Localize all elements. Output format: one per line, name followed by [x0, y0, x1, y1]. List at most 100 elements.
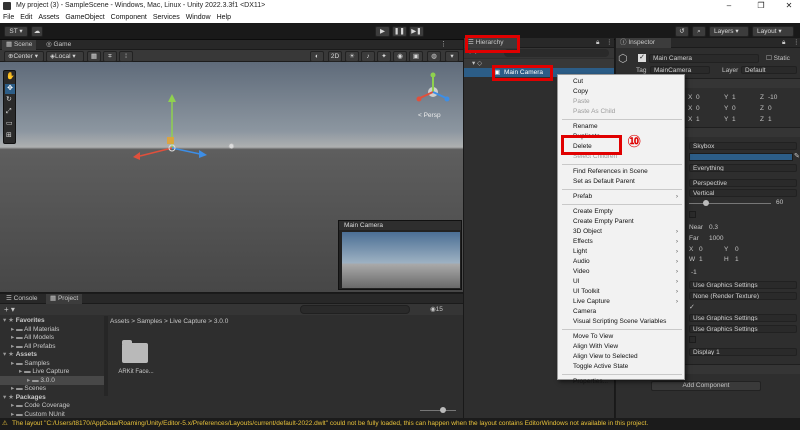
search-icon[interactable]: ⌕ — [692, 26, 706, 37]
pause-button[interactable]: ❚❚ — [392, 26, 407, 37]
menu-window[interactable]: Window — [183, 12, 214, 23]
context-menu-item-rename[interactable]: Rename — [558, 122, 684, 132]
rotation-y-value[interactable]: 0 — [732, 105, 736, 112]
menu-gameobject[interactable]: GameObject — [62, 12, 107, 23]
context-menu-item-camera[interactable]: Camera — [558, 307, 684, 317]
msaa-dropdown[interactable]: Use Graphics Settings — [689, 325, 797, 333]
breadcrumb[interactable]: Assets > Samples > Live Capture > 3.0.0 — [110, 316, 463, 327]
tag-dropdown[interactable]: MainCamera — [650, 66, 710, 74]
project-search-input[interactable] — [300, 305, 410, 314]
viewport-w-value[interactable]: 1 — [699, 256, 703, 263]
move-gizmo[interactable] — [125, 92, 215, 192]
visibility-count[interactable]: ◉15 — [430, 305, 443, 314]
viewport-x-value[interactable]: 0 — [699, 246, 703, 253]
depth-value[interactable]: -1 — [691, 269, 697, 276]
rect-tool-icon[interactable]: ▭ — [6, 120, 14, 128]
play-button[interactable]: ▶ — [375, 26, 390, 37]
asset-folder-arkit[interactable]: ARKit Face... — [118, 339, 154, 379]
context-menu-item-3d-object[interactable]: 3D Object › — [558, 227, 684, 237]
context-menu-item-audio[interactable]: Audio › — [558, 257, 684, 267]
object-name-field[interactable]: Main Camera — [649, 54, 759, 63]
target-texture-field[interactable]: None (Render Texture) — [689, 292, 797, 300]
scale-z-value[interactable]: 1 — [768, 116, 772, 123]
context-menu-item-find-references-in-scene[interactable]: Find References in Scene — [558, 167, 684, 177]
eyedropper-icon[interactable]: ✎ — [794, 152, 800, 160]
account-button[interactable]: ST ▾ — [4, 26, 28, 37]
history-icon[interactable]: ↺ — [675, 26, 689, 37]
fov-axis-dropdown[interactable]: Vertical — [689, 189, 797, 197]
culling-mask-dropdown[interactable]: Everything — [689, 164, 797, 172]
panel-menu-icon[interactable]: ⋮ — [440, 40, 447, 50]
context-menu-item-create-empty-parent[interactable]: Create Empty Parent — [558, 217, 684, 227]
menu-file[interactable]: File — [0, 12, 17, 23]
position-y-value[interactable]: 1 — [732, 94, 736, 101]
position-z-value[interactable]: -10 — [768, 94, 777, 101]
scene-options-icon[interactable]: ▾ — [445, 51, 459, 62]
context-menu-item-prefab[interactable]: Prefab › — [558, 192, 684, 202]
background-color-swatch[interactable] — [689, 153, 793, 161]
dynamic-resolution-checkbox[interactable] — [689, 336, 696, 343]
inspector-lock-icon[interactable]: 🔒︎ — [782, 38, 785, 48]
position-x-value[interactable]: 0 — [696, 94, 700, 101]
context-menu-item-light[interactable]: Light › — [558, 247, 684, 257]
context-menu-item-create-empty[interactable]: Create Empty — [558, 207, 684, 217]
scale-x-value[interactable]: 1 — [696, 116, 700, 123]
static-toggle[interactable]: ☐ Static — [766, 54, 790, 63]
scale-y-value[interactable]: 1 — [732, 116, 736, 123]
move-tool-icon[interactable]: ✥ — [5, 84, 15, 94]
minimize-button[interactable]: – — [718, 0, 740, 12]
scene-camera-icon[interactable]: ▣ — [409, 51, 423, 62]
lighting-icon[interactable]: ☀ — [345, 51, 359, 62]
menu-component[interactable]: Component — [108, 12, 150, 23]
gizmos-icon[interactable]: ◍ — [427, 51, 441, 62]
context-menu-item-toggle-active-state[interactable]: Toggle Active State — [558, 362, 684, 372]
add-asset-button[interactable]: + ▾ — [4, 305, 15, 314]
tree-scrollbar[interactable] — [104, 316, 108, 396]
hidden-objects-icon[interactable]: ◉ — [393, 51, 407, 62]
layers-dropdown[interactable]: Layers ▾ — [709, 26, 749, 37]
rotate-tool-icon[interactable]: ↻ — [6, 96, 14, 104]
near-value[interactable]: 0.3 — [709, 224, 718, 231]
hand-tool-icon[interactable]: ✋ — [6, 73, 15, 81]
tab-console[interactable]: ☰ Console — [2, 294, 42, 304]
increment-snap-icon[interactable]: ⁞ — [119, 51, 133, 62]
maximize-button[interactable]: ❐ — [750, 0, 772, 12]
menu-assets[interactable]: Assets — [35, 12, 62, 23]
viewport-y-value[interactable]: 0 — [735, 246, 739, 253]
space-dropdown[interactable]: ◈Local ▾ — [46, 51, 84, 62]
mode-2d-button[interactable]: 2D — [328, 51, 342, 62]
context-menu-item-video[interactable]: Video › — [558, 267, 684, 277]
rotation-x-value[interactable]: 0 — [696, 105, 700, 112]
tab-project[interactable]: ▦ Project — [46, 294, 83, 304]
context-menu-item-properties[interactable]: Properties... — [558, 377, 684, 387]
layout-dropdown[interactable]: Layout ▾ — [752, 26, 794, 37]
context-menu-item-cut[interactable]: Cut — [558, 77, 684, 87]
light-gizmo-icon[interactable]: ✹ — [228, 142, 237, 151]
layer-dropdown[interactable]: Default — [741, 66, 797, 74]
transform-tool-icon[interactable]: ⊞ — [6, 132, 14, 140]
occlusion-culling-checkbox[interactable]: ✓ — [689, 303, 695, 311]
clear-flags-dropdown[interactable]: Skybox — [689, 142, 797, 150]
snap-icon[interactable]: ⌗ — [103, 51, 117, 62]
fov-value[interactable]: 60 — [776, 199, 783, 206]
context-menu-item-ui[interactable]: UI › — [558, 277, 684, 287]
cloud-icon[interactable]: ☁ — [31, 26, 43, 37]
status-bar[interactable]: ⚠ The layout "C:/Users/t8170/AppData/Roa… — [0, 418, 800, 430]
context-menu-item-copy[interactable]: Copy — [558, 87, 684, 97]
grid-toggle-icon[interactable]: ▦ — [87, 51, 101, 62]
menu-services[interactable]: Services — [150, 12, 183, 23]
tab-inspector[interactable]: ⓘ Inspector — [616, 38, 671, 48]
close-button[interactable]: ✕ — [778, 0, 800, 12]
scale-tool-icon[interactable]: ⤢ — [6, 108, 14, 116]
far-value[interactable]: 1000 — [709, 235, 723, 242]
viewport-h-value[interactable]: 1 — [735, 256, 739, 263]
pivot-dropdown[interactable]: ⊕Center ▾ — [4, 51, 44, 62]
fov-slider-handle[interactable] — [703, 200, 709, 206]
context-menu-item-visual-scripting-scene-variables[interactable]: Visual Scripting Scene Variables — [558, 317, 684, 327]
audio-icon[interactable]: ♪ — [361, 51, 375, 62]
context-menu-item-move-to-view[interactable]: Move To View — [558, 332, 684, 342]
tab-scene[interactable]: ▦ Scene — [2, 40, 37, 50]
context-menu-item-ui-toolkit[interactable]: UI Toolkit › — [558, 287, 684, 297]
persp-label[interactable]: < Persp — [418, 112, 441, 119]
context-menu-item-set-as-default-parent[interactable]: Set as Default Parent — [558, 177, 684, 187]
